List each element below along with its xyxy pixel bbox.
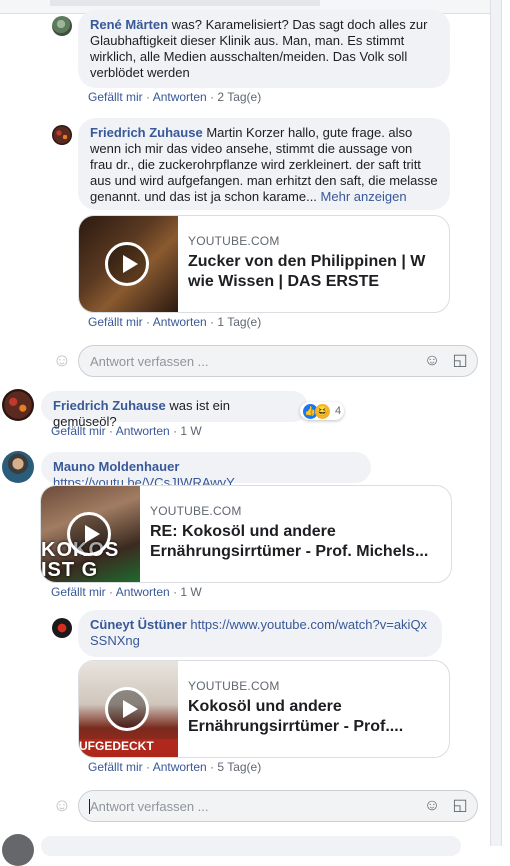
avatar[interactable]: [52, 125, 72, 145]
smiley-icon[interactable]: ☺: [423, 352, 441, 370]
reply-link[interactable]: Antworten: [116, 585, 170, 599]
reply-link[interactable]: Antworten: [153, 760, 207, 774]
sticker-icon[interactable]: ◱: [451, 797, 469, 815]
separator: ·: [173, 585, 178, 599]
avatar[interactable]: [2, 451, 34, 483]
separator: ·: [109, 585, 114, 599]
video-thumbnail[interactable]: [79, 216, 178, 312]
separator: ·: [210, 760, 215, 774]
thumbnail-text: UFGEDECKT: [79, 739, 178, 753]
self-avatar: ☺: [52, 795, 72, 815]
reply-link[interactable]: Antworten: [153, 90, 207, 104]
comment-bubble: [41, 836, 461, 856]
avatar[interactable]: [52, 16, 72, 36]
comment-actions: Gefällt mir · Antworten · 1 W: [51, 424, 202, 438]
timestamp[interactable]: 1 W: [180, 424, 201, 438]
haha-reaction-icon: 😆: [315, 403, 330, 419]
avatar[interactable]: [2, 389, 34, 421]
like-link[interactable]: Gefällt mir: [88, 760, 143, 774]
timestamp[interactable]: 5 Tag(e): [217, 760, 261, 774]
sticker-icon[interactable]: ◱: [451, 352, 469, 370]
card-domain: YOUTUBE.COM: [150, 504, 242, 518]
like-link[interactable]: Gefällt mir: [51, 585, 106, 599]
link-preview-card[interactable]: UFGEDECKT YOUTUBE.COM Kokosöl und andere…: [78, 660, 450, 758]
reaction-count: 4: [335, 405, 342, 417]
separator: ·: [210, 315, 215, 329]
avatar[interactable]: [2, 834, 34, 866]
separator: ·: [146, 760, 151, 774]
separator: ·: [146, 90, 151, 104]
play-icon[interactable]: [105, 687, 149, 731]
comment-author[interactable]: Friedrich Zuhause: [53, 398, 166, 413]
top-bar-shade: [50, 0, 320, 6]
link-preview-card[interactable]: YOUTUBE.COM Zucker von den Philippinen |…: [78, 215, 450, 313]
play-icon[interactable]: [67, 512, 111, 556]
comment-author[interactable]: René Märten: [90, 17, 168, 32]
comment-bubble: Friedrich Zuhause was ist ein gemüseöl?: [41, 391, 308, 429]
separator: ·: [210, 90, 215, 104]
right-panel-strip: [490, 0, 510, 846]
card-title[interactable]: RE: Kokosöl und andere Ernährungsirrtüme…: [150, 522, 440, 562]
reply-placeholder: Antwort verfassen ...: [90, 354, 209, 369]
comment-author[interactable]: Friedrich Zuhause: [90, 125, 203, 140]
reply-placeholder: Antwort verfassen ...: [90, 799, 209, 814]
separator: ·: [146, 315, 151, 329]
card-domain: YOUTUBE.COM: [188, 679, 280, 693]
separator: ·: [109, 424, 114, 438]
smiley-icon[interactable]: ☺: [423, 797, 441, 815]
card-title[interactable]: Zucker von den Philippinen | W wie Wisse…: [188, 252, 438, 292]
comment-bubble: Cüneyt Üstüner https://www.youtube.com/w…: [78, 610, 442, 657]
comment-actions: Gefällt mir · Antworten · 1 W: [51, 585, 202, 599]
comment-author[interactable]: Mauno Moldenhauer: [53, 459, 179, 474]
like-link[interactable]: Gefällt mir: [88, 315, 143, 329]
card-title[interactable]: Kokosöl und andere Ernährungsirrtümer - …: [188, 697, 438, 737]
self-avatar: ☺: [52, 350, 72, 370]
scrollbar[interactable]: [501, 0, 510, 846]
play-icon[interactable]: [105, 242, 149, 286]
timestamp[interactable]: 1 Tag(e): [217, 315, 261, 329]
comment-author[interactable]: Cüneyt Üstüner: [90, 617, 187, 632]
link-preview-card[interactable]: KOKOS IST G YOUTUBE.COM RE: Kokosöl und …: [40, 485, 452, 583]
video-thumbnail[interactable]: KOKOS IST G: [41, 486, 140, 582]
reply-input[interactable]: Antwort verfassen ... ☺ ◱: [78, 790, 478, 822]
like-link[interactable]: Gefällt mir: [88, 90, 143, 104]
comment-bubble: Friedrich Zuhause Martin Korzer hallo, g…: [78, 118, 450, 210]
reply-link[interactable]: Antworten: [153, 315, 207, 329]
reply-input[interactable]: Antwort verfassen ... ☺ ◱: [78, 345, 478, 377]
separator: ·: [173, 424, 178, 438]
comment-bubble: René Märten was? Karamelisiert? Das sagt…: [78, 10, 450, 88]
reply-link[interactable]: Antworten: [116, 424, 170, 438]
show-more-link[interactable]: Mehr anzeigen: [321, 189, 407, 204]
timestamp[interactable]: 1 W: [180, 585, 201, 599]
comment-actions: Gefällt mir · Antworten · 2 Tag(e): [88, 90, 261, 104]
reaction-summary[interactable]: 👍 😆 4: [300, 402, 345, 420]
video-thumbnail[interactable]: UFGEDECKT: [79, 661, 178, 757]
comment-bubble: Mauno Moldenhauer https://youtu.be/VCsJI…: [41, 452, 371, 490]
card-domain: YOUTUBE.COM: [188, 234, 280, 248]
comment-actions: Gefällt mir · Antworten · 1 Tag(e): [88, 315, 261, 329]
like-link[interactable]: Gefällt mir: [51, 424, 106, 438]
comment-actions: Gefällt mir · Antworten · 5 Tag(e): [88, 760, 261, 774]
timestamp[interactable]: 2 Tag(e): [217, 90, 261, 104]
avatar[interactable]: [52, 618, 72, 638]
